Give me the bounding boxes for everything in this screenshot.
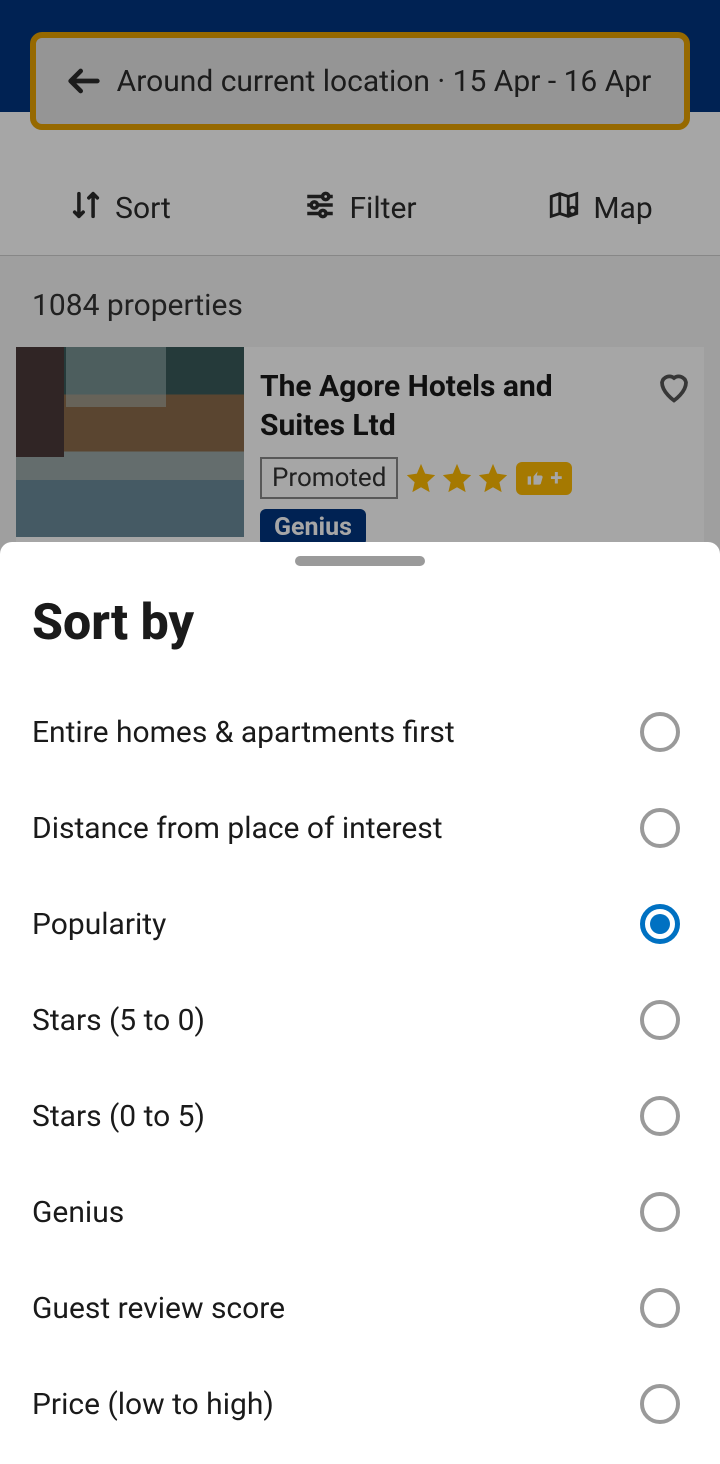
thumbs-plus-text: + — [550, 466, 562, 491]
sort-options-list: Entire homes & apartments first Distance… — [0, 672, 720, 1464]
back-arrow-icon[interactable] — [60, 57, 108, 105]
app-header: Around current location · 15 Apr - 16 Ap… — [0, 0, 720, 112]
sort-option-entire-homes[interactable]: Entire homes & apartments first — [0, 684, 720, 780]
sort-option-label: Stars (0 to 5) — [32, 1099, 205, 1134]
sort-option-genius[interactable]: Genius — [0, 1164, 720, 1260]
promoted-badge: Promoted — [260, 457, 398, 499]
badge-row: Promoted + — [260, 457, 688, 499]
property-card[interactable]: The Agore Hotels and Suites Ltd Promoted… — [16, 347, 704, 558]
sort-option-stars-asc[interactable]: Stars (0 to 5) — [0, 1068, 720, 1164]
map-label: Map — [593, 191, 652, 226]
star-icon — [476, 461, 510, 495]
sheet-drag-handle[interactable] — [295, 556, 425, 566]
property-image — [16, 347, 244, 537]
sort-option-popularity[interactable]: Popularity — [0, 876, 720, 972]
sort-option-label: Distance from place of interest — [32, 811, 443, 846]
radio-button[interactable] — [640, 808, 680, 848]
sort-option-label: Stars (5 to 0) — [32, 1003, 205, 1038]
sort-option-stars-desc[interactable]: Stars (5 to 0) — [0, 972, 720, 1068]
star-rating — [404, 461, 510, 495]
sort-bottom-sheet: Sort by Entire homes & apartments first … — [0, 542, 720, 1449]
thumbs-up-badge: + — [516, 462, 572, 495]
sheet-title: Sort by — [0, 566, 720, 672]
filter-label: Filter — [349, 191, 416, 226]
property-info: The Agore Hotels and Suites Ltd Promoted… — [244, 347, 704, 558]
sort-option-label: Entire homes & apartments first — [32, 715, 455, 750]
results-toolbar: Sort Filter Map — [0, 112, 720, 256]
star-icon — [404, 461, 438, 495]
search-bar[interactable]: Around current location · 15 Apr - 16 Ap… — [30, 32, 690, 130]
map-icon — [547, 188, 581, 230]
radio-button[interactable] — [640, 1288, 680, 1328]
sort-option-distance[interactable]: Distance from place of interest — [0, 780, 720, 876]
sort-label: Sort — [115, 191, 171, 226]
radio-button[interactable] — [640, 712, 680, 752]
sort-button[interactable]: Sort — [0, 162, 240, 255]
genius-badge: Genius — [260, 509, 366, 546]
star-icon — [440, 461, 474, 495]
radio-button[interactable] — [640, 1096, 680, 1136]
sort-icon — [69, 188, 103, 230]
thumbs-up-icon — [526, 468, 546, 488]
search-summary-text: Around current location · 15 Apr - 16 Ap… — [108, 64, 660, 99]
sort-option-review-score[interactable]: Guest review score — [0, 1260, 720, 1356]
sort-option-price-low-high[interactable]: Price (low to high) — [0, 1356, 720, 1452]
sort-option-label: Popularity — [32, 907, 166, 942]
sort-option-label: Price (low to high) — [32, 1387, 274, 1422]
property-count-text: 1084 properties — [0, 280, 720, 347]
heart-icon[interactable] — [654, 369, 694, 409]
filter-button[interactable]: Filter — [240, 162, 480, 255]
radio-button[interactable] — [640, 1192, 680, 1232]
radio-button[interactable] — [640, 904, 680, 944]
radio-button[interactable] — [640, 1384, 680, 1424]
results-content: 1084 properties The Agore Hotels and Sui… — [0, 256, 720, 558]
filter-icon — [303, 188, 337, 230]
map-button[interactable]: Map — [480, 162, 720, 255]
property-name: The Agore Hotels and Suites Ltd — [260, 367, 688, 445]
radio-button[interactable] — [640, 1000, 680, 1040]
sort-option-label: Genius — [32, 1195, 124, 1230]
sort-option-label: Guest review score — [32, 1291, 285, 1326]
